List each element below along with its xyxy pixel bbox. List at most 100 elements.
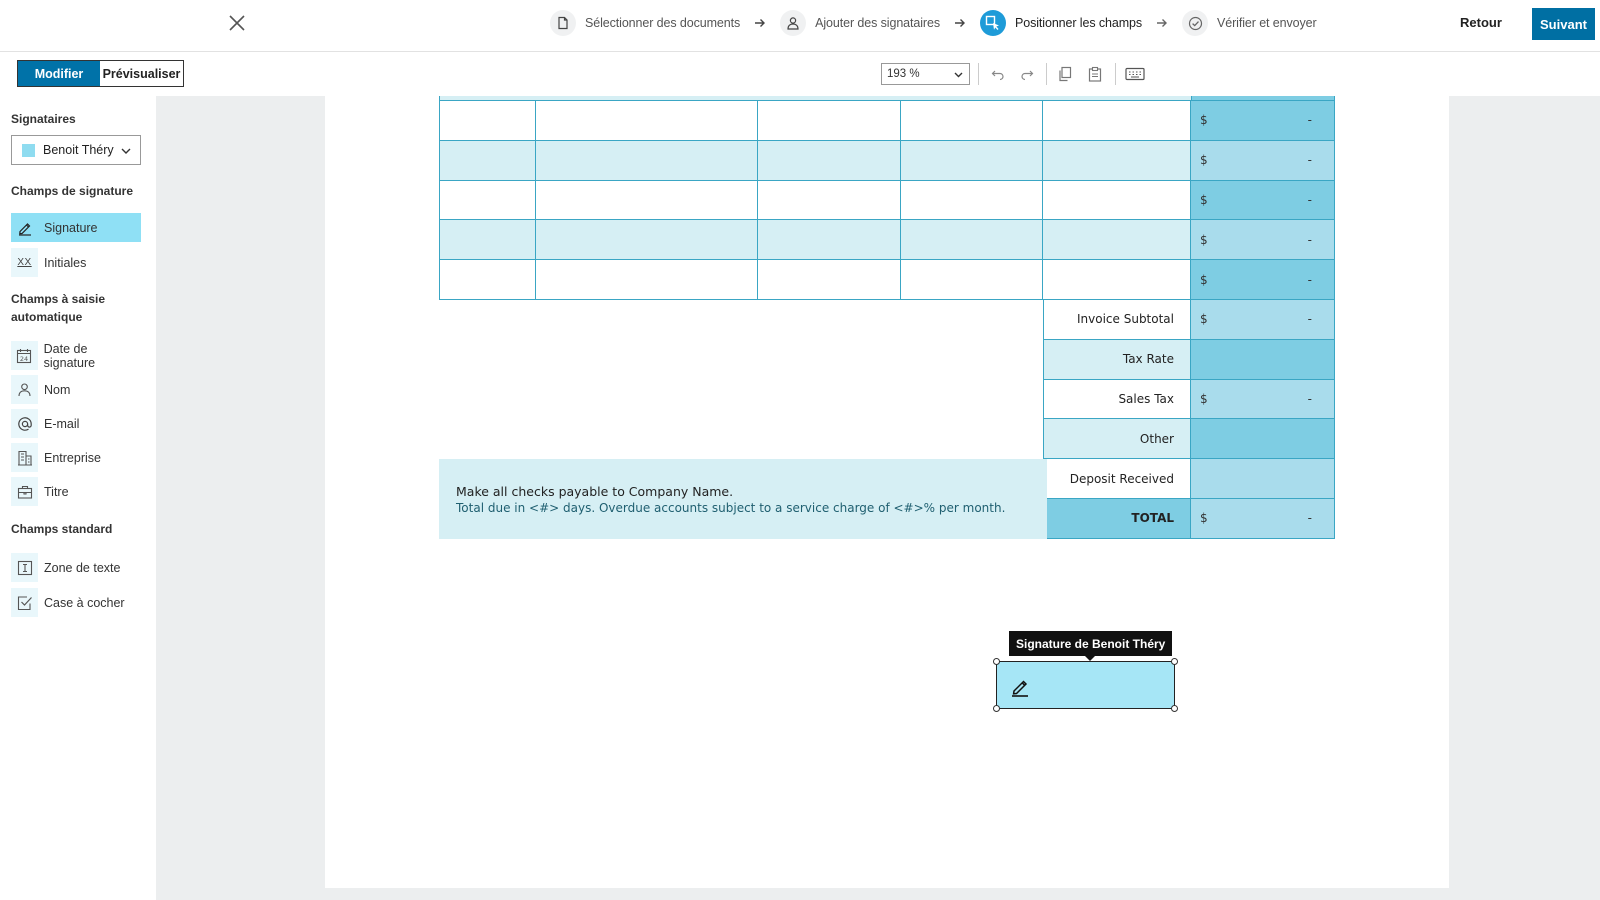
signer-color-swatch <box>22 143 35 157</box>
resize-handle-bottom-right[interactable] <box>1171 705 1178 712</box>
document-page: $ - $ - $ - $ - $ - Invoice Subtotal $ - Tax Rate Sal… <box>325 96 1449 888</box>
amount-cell: $ - <box>1191 180 1335 221</box>
place-fields-icon <box>980 10 1006 36</box>
paste-icon[interactable] <box>1085 64 1105 84</box>
table-cell <box>758 180 901 221</box>
person-icon <box>780 10 807 36</box>
keyboard-icon[interactable] <box>1123 64 1147 84</box>
calendar-icon: 24 <box>11 341 38 370</box>
field-initials[interactable]: XX Initiales <box>11 248 141 277</box>
step-review-send[interactable]: Vérifier et envoyer <box>1182 10 1317 36</box>
currency-symbol: $ <box>1200 312 1208 327</box>
signers-heading: Signataires <box>11 112 76 126</box>
building-icon <box>11 443 38 472</box>
chevron-down-icon <box>120 145 132 160</box>
table-cell <box>536 180 758 221</box>
field-signature[interactable]: Signature <box>11 213 141 242</box>
copy-icon[interactable] <box>1055 64 1075 84</box>
summary-value: $ - <box>1191 499 1335 539</box>
resize-handle-top-left[interactable] <box>993 658 1000 665</box>
svg-text:24: 24 <box>20 355 28 363</box>
table-cell <box>439 140 536 181</box>
check-circle-icon <box>1182 10 1209 36</box>
text-box-icon <box>11 553 38 582</box>
summary-label: TOTAL <box>1043 499 1191 539</box>
resize-handle-bottom-left[interactable] <box>993 705 1000 712</box>
summary-label: Tax Rate <box>1043 339 1191 380</box>
field-title[interactable]: Titre <box>11 477 141 506</box>
amount-cell: $ - <box>1191 220 1335 261</box>
currency-symbol: $ <box>1200 153 1208 168</box>
field-label: Nom <box>44 382 71 397</box>
table-cell <box>439 101 536 141</box>
undo-icon[interactable] <box>988 64 1008 84</box>
preview-mode-button[interactable]: Prévisualiser <box>100 61 183 86</box>
close-icon[interactable] <box>226 12 248 34</box>
table-cell <box>758 220 901 261</box>
pen-icon <box>1009 676 1031 703</box>
field-email[interactable]: E-mail <box>11 409 141 438</box>
field-label: Zone de texte <box>44 560 121 575</box>
field-signing-date[interactable]: 24 Date de signature <box>11 341 141 370</box>
resize-handle-top-right[interactable] <box>1171 658 1178 665</box>
step-label: Ajouter des signataires <box>815 16 940 30</box>
arrow-right-icon <box>1156 18 1168 28</box>
pen-icon <box>11 213 38 242</box>
step-place-fields[interactable]: Positionner les champs <box>980 10 1142 36</box>
currency-symbol: $ <box>1200 391 1208 406</box>
step-select-documents[interactable]: Sélectionner des documents <box>550 10 740 36</box>
summary-label: Invoice Subtotal <box>1043 300 1191 340</box>
zoom-select[interactable]: 193 % <box>881 63 970 85</box>
signer-select[interactable]: Benoit Théry <box>11 135 141 165</box>
amount-cell: $ - <box>1191 140 1335 181</box>
amount-cell: $ - <box>1191 260 1335 300</box>
field-label: Case à cocher <box>44 595 125 610</box>
field-label: Titre <box>44 484 69 499</box>
currency-symbol: $ <box>1200 192 1208 207</box>
table-cell <box>1043 101 1191 141</box>
summary-label: Deposit Received <box>1043 459 1191 499</box>
field-text-box[interactable]: Zone de texte <box>11 553 141 582</box>
summary-value <box>1191 419 1335 460</box>
toolbar-divider <box>1046 63 1047 85</box>
signature-field[interactable] <box>993 658 1178 712</box>
amount-cell: $ - <box>1191 101 1335 141</box>
amount-value: - <box>1307 153 1312 168</box>
chevron-down-icon <box>953 69 964 83</box>
mode-toggle: Modifier Prévisualiser <box>17 60 184 87</box>
back-button[interactable]: Retour <box>1460 15 1502 30</box>
amount-value: - <box>1307 232 1312 247</box>
table-cell <box>1043 180 1191 221</box>
step-label: Sélectionner des documents <box>585 16 741 30</box>
amount-value: - <box>1307 511 1312 526</box>
next-button[interactable]: Suivant <box>1532 8 1595 40</box>
toolbar-divider <box>1115 63 1116 85</box>
document-canvas[interactable]: $ - $ - $ - $ - $ - Invoice Subtotal $ - Tax Rate Sal… <box>156 96 1600 900</box>
payment-notes: Make all checks payable to Company Name.… <box>439 459 1047 539</box>
field-company[interactable]: Entreprise <box>11 443 141 472</box>
amount-value: - <box>1307 272 1312 287</box>
signature-fields-heading: Champs de signature <box>11 184 134 198</box>
at-icon <box>11 409 38 438</box>
table-cell <box>901 140 1043 181</box>
redo-icon[interactable] <box>1017 64 1037 84</box>
table-cell <box>439 180 536 221</box>
document-icon <box>550 10 576 36</box>
field-label: Signature <box>44 220 98 235</box>
edit-mode-button[interactable]: Modifier <box>18 61 100 86</box>
autofill-fields-heading: Champs à saisie automatique <box>11 292 106 324</box>
summary-value: $ - <box>1191 379 1335 420</box>
toolbar-divider <box>978 63 979 85</box>
step-label: Vérifier et envoyer <box>1217 16 1317 30</box>
field-label: E-mail <box>44 416 80 431</box>
wizard-steps: Sélectionner des documents Ajouter des s… <box>550 9 1317 37</box>
field-name[interactable]: Nom <box>11 375 141 404</box>
currency-symbol: $ <box>1200 511 1208 526</box>
signer-name: Benoit Théry <box>43 143 114 157</box>
summary-value <box>1191 459 1335 499</box>
table-cell <box>1043 140 1191 181</box>
field-checkbox[interactable]: Case à cocher <box>11 588 141 617</box>
summary-value: $ - <box>1191 300 1335 340</box>
arrow-right-icon <box>954 18 966 28</box>
step-add-signers[interactable]: Ajouter des signataires <box>780 10 940 36</box>
